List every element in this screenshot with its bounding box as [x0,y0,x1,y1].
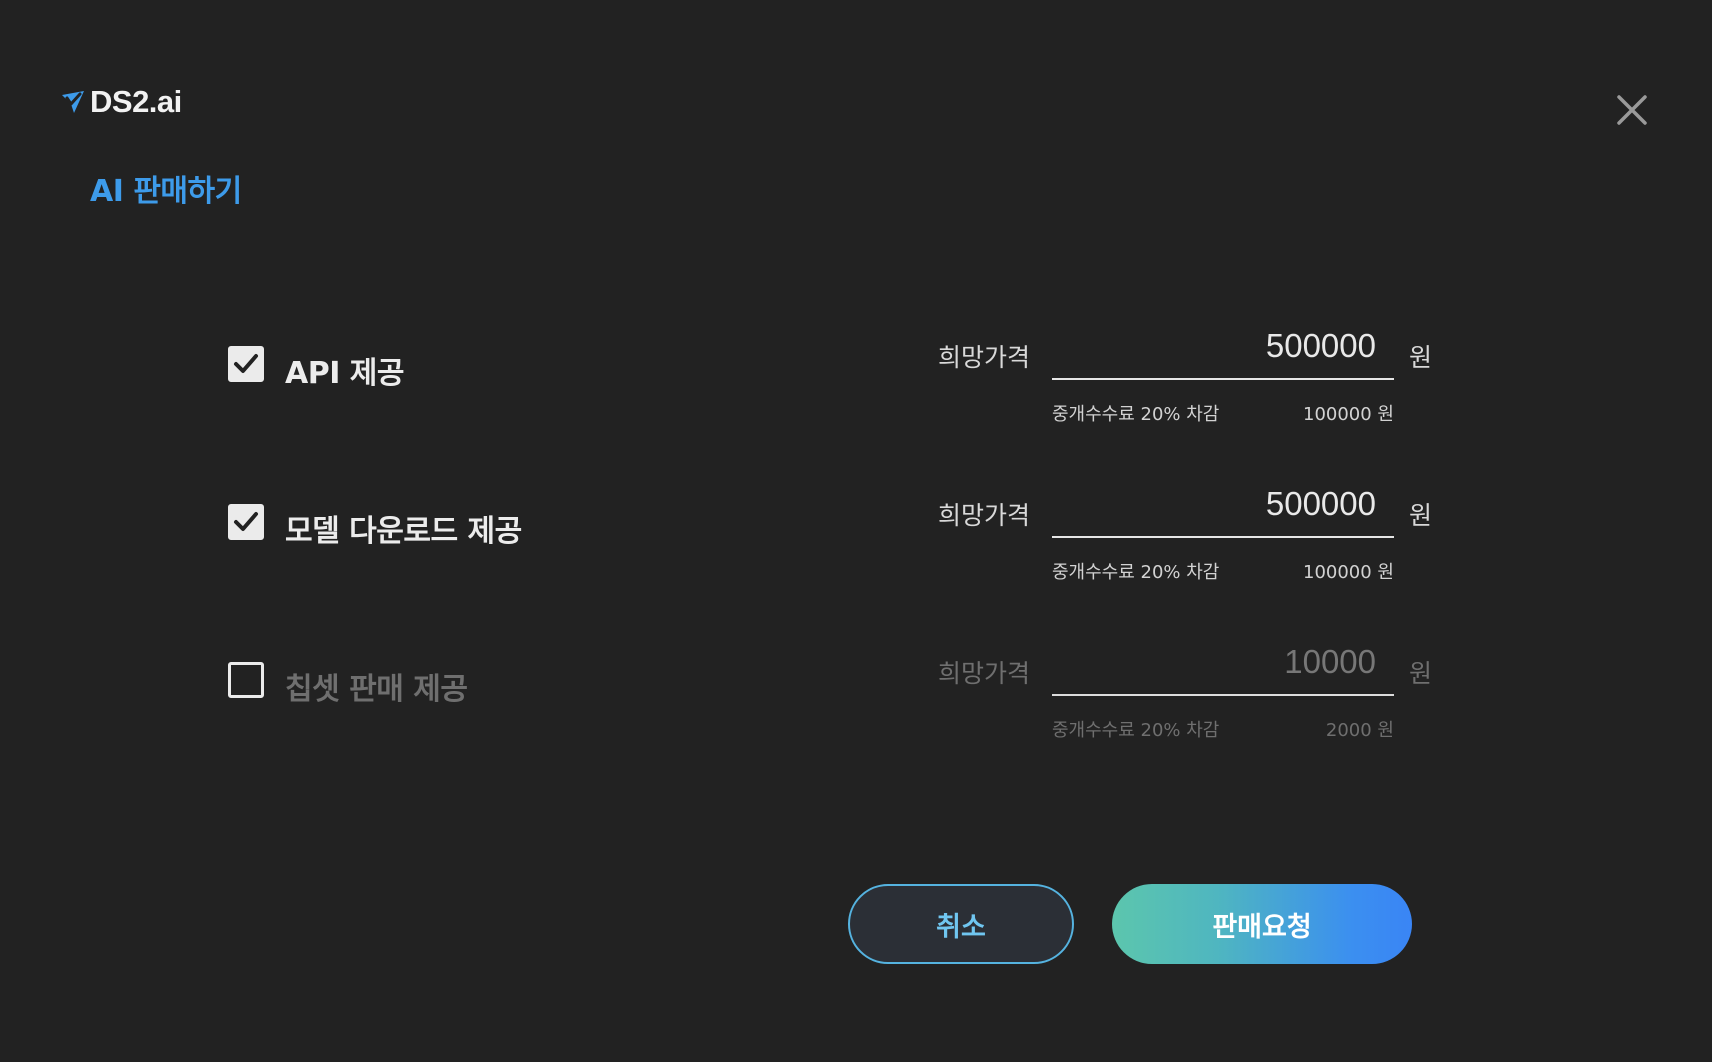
sell-request-button[interactable]: 판매요청 [1112,884,1412,964]
fee-label: 중개수수료 20% 차감 [1052,404,1220,425]
price-label: 희망가격 [938,501,1031,530]
cancel-button[interactable]: 취소 [848,884,1074,964]
option-row-chipset: 칩셋 판매 제공 희망가격 원 중개수수료 20% 차감 2000 원 [0,640,1712,812]
fee-label: 중개수수료 20% 차감 [1052,720,1220,741]
price-input[interactable] [1052,324,1394,380]
logo-text: DS2.ai [90,84,182,119]
fee-label: 중개수수료 20% 차감 [1052,562,1220,583]
page-title: AI 판매하기 [90,174,242,209]
price-input[interactable] [1052,482,1394,538]
price-label: 희망가격 [938,343,1031,372]
price-input[interactable] [1052,640,1394,696]
check-icon [234,354,258,373]
chipset-checkbox[interactable] [228,662,264,698]
check-icon [234,512,258,531]
fee-amount: 100000 원 [1303,404,1394,425]
paper-plane-check-icon [60,89,86,115]
option-label: API 제공 [285,356,405,391]
fee-amount: 2000 원 [1325,720,1394,741]
option-label: 모델 다운로드 제공 [285,514,522,549]
close-button[interactable] [1614,92,1650,128]
api-checkbox[interactable] [228,346,264,382]
logo: DS2.ai [60,84,182,120]
currency-unit: 원 [1409,659,1433,688]
price-label: 희망가격 [938,659,1031,688]
option-label: 칩셋 판매 제공 [285,672,468,707]
option-row-model-download: 모델 다운로드 제공 희망가격 원 중개수수료 20% 차감 100000 원 [0,482,1712,654]
option-row-api: API 제공 희망가격 원 중개수수료 20% 차감 100000 원 [0,324,1712,496]
model-download-checkbox[interactable] [228,504,264,540]
fee-amount: 100000 원 [1303,562,1394,583]
sell-ai-modal: DS2.ai AI 판매하기 API 제공 희망가격 원 중개수수료 20% 차… [0,0,1712,1062]
currency-unit: 원 [1409,343,1433,372]
currency-unit: 원 [1409,501,1433,530]
close-icon[interactable] [1614,95,1650,132]
